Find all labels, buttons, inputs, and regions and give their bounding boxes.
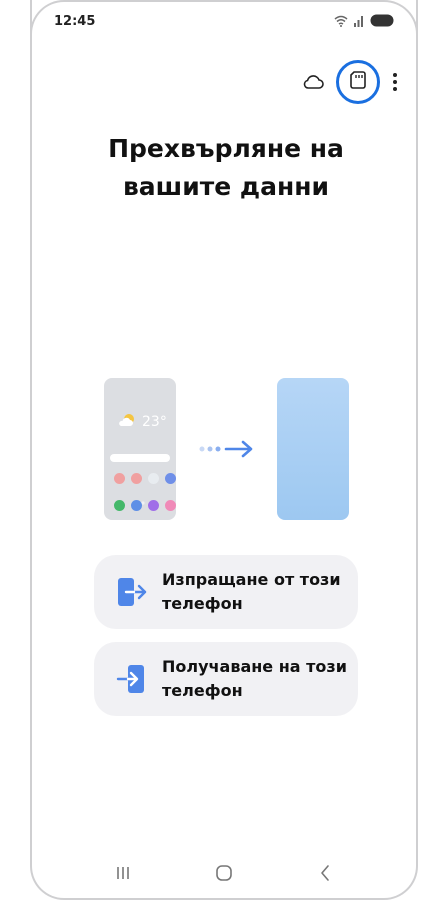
app-dot [165,473,176,484]
weather-sun-cloud-icon [118,412,138,431]
wifi-icon [334,12,348,31]
app-dot [114,473,125,484]
phone-frame: 12:45 Прехвърляне на вашите данни 23° Из… [30,0,418,900]
app-dot [131,473,142,484]
new-phone-illustration [277,378,349,520]
receive-option-label: Получаване на този телефон [162,657,347,700]
transfer-illustration: 23° [104,378,349,520]
status-bar: 12:45 [54,10,394,32]
page-indicator [132,490,148,505]
weather-temp: 23° [142,413,167,430]
back-icon[interactable] [305,858,345,888]
app-dot [148,500,159,511]
battery-icon [370,12,394,31]
old-phone-illustration: 23° [104,378,176,520]
app-dot [148,473,159,484]
status-time: 12:45 [54,13,96,29]
app-icons-row-1 [114,473,176,484]
top-actions [302,60,398,104]
receive-on-this-phone-button[interactable]: Получаване на този телефон [94,642,358,716]
signal-icon [353,12,365,31]
more-options-icon[interactable] [392,72,398,92]
app-dot [165,500,176,511]
send-option-label: Изпращане от този телефон [162,570,341,613]
app-dot [131,500,142,511]
cloud-icon[interactable] [302,74,324,90]
home-icon[interactable] [204,858,244,888]
sd-card-button[interactable] [336,60,380,104]
send-from-this-phone-button[interactable]: Изпращане от този телефон [94,555,358,629]
recents-icon[interactable] [103,858,143,888]
app-icons-row-2 [114,500,176,511]
sd-card-icon [350,71,366,93]
app-dot [114,500,125,511]
navigation-bar [32,848,416,898]
transfer-arrow-icon [198,438,256,464]
weather-widget: 23° [118,412,167,431]
receive-phone-icon [116,662,148,696]
search-widget [110,454,170,462]
send-phone-icon [116,575,148,609]
status-icons [334,12,394,31]
page-title: Прехвърляне на вашите данни [108,134,344,201]
